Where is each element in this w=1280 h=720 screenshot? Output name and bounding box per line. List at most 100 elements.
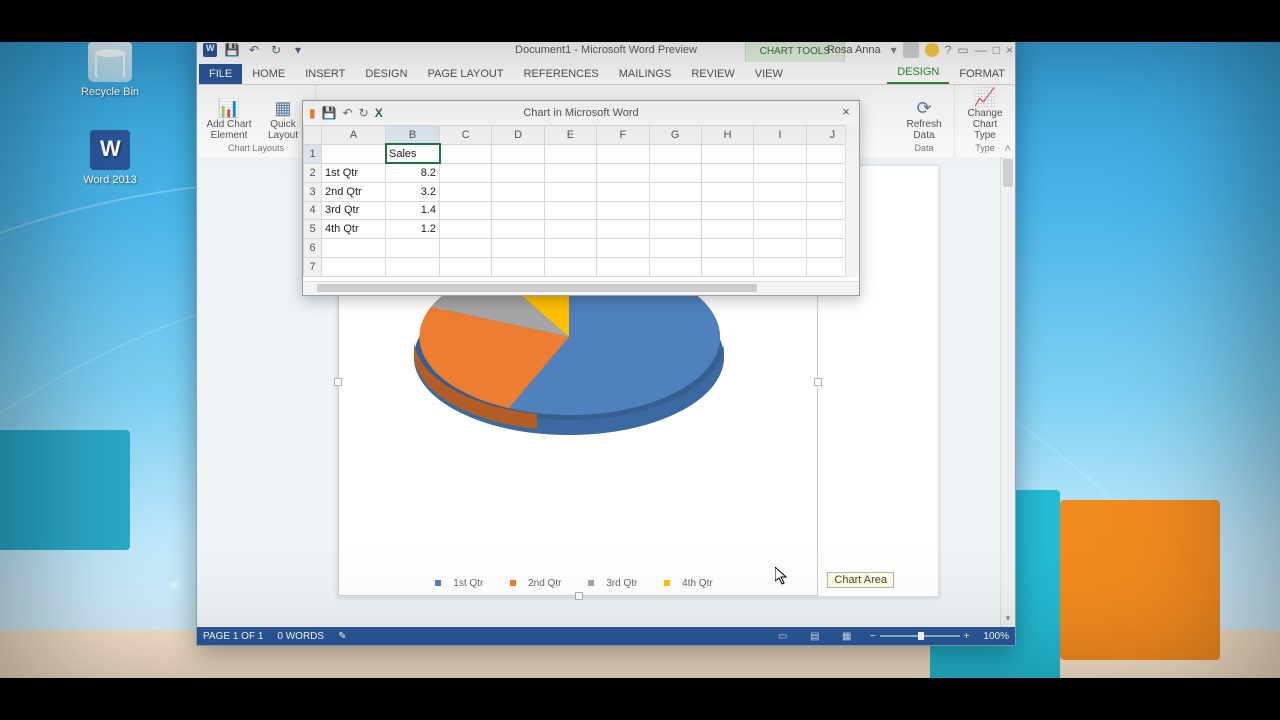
scroll-down-icon[interactable]: ▾ xyxy=(1001,613,1015,627)
word-shortcut-icon[interactable]: Word 2013 xyxy=(70,130,150,186)
col-header-i[interactable]: I xyxy=(754,126,806,145)
zoom-out-icon[interactable]: − xyxy=(870,631,876,642)
ribbon-display-options-icon[interactable]: ▭ xyxy=(957,43,968,57)
legend-item-4: 4th Qtr xyxy=(682,578,713,589)
tab-chart-design[interactable]: DESIGN xyxy=(887,62,949,84)
redo-icon[interactable]: ↻ xyxy=(269,43,283,57)
row-header-7[interactable]: 7 xyxy=(304,258,322,277)
open-in-excel-icon[interactable]: X xyxy=(375,106,383,120)
vertical-scrollbar[interactable]: ▾ xyxy=(1000,157,1015,627)
zoom-slider[interactable]: − + xyxy=(870,631,970,642)
change-chart-type-button[interactable]: 📈 Change Chart Type xyxy=(963,87,1007,141)
chart-data-window[interactable]: ▮ 💾 ↶ ↻ X Chart in Microsoft Word × A B … xyxy=(302,100,860,296)
excel-redo-icon[interactable]: ↻ xyxy=(359,106,369,120)
col-header-h[interactable]: H xyxy=(701,126,753,145)
tab-mailings[interactable]: MAILINGS xyxy=(609,64,682,84)
recycle-bin-icon[interactable]: Recycle Bin xyxy=(70,42,150,98)
select-all-cell[interactable] xyxy=(304,126,322,145)
zoom-level[interactable]: 100% xyxy=(983,631,1009,642)
col-header-b[interactable]: B xyxy=(386,126,440,145)
user-avatar[interactable] xyxy=(903,42,919,58)
refresh-data-button[interactable]: ⟳ Refresh Data xyxy=(902,98,946,141)
qat-more-icon[interactable]: ▾ xyxy=(291,43,305,57)
chart-legend[interactable]: 1st Qtr 2nd Qtr 3rd Qtr 4th Qtr xyxy=(339,578,817,589)
excel-vertical-scrollbar[interactable] xyxy=(845,125,859,277)
help-icon[interactable]: ? xyxy=(945,43,952,57)
chart-data-close-button[interactable]: × xyxy=(837,103,855,121)
cell-b4[interactable]: 1.4 xyxy=(386,201,440,220)
status-words[interactable]: 0 WORDS xyxy=(277,631,324,642)
row-header-5[interactable]: 5 xyxy=(304,220,322,239)
tab-references[interactable]: REFERENCES xyxy=(514,64,609,84)
legend-item-1: 1st Qtr xyxy=(453,578,483,589)
row-header-3[interactable]: 3 xyxy=(304,182,322,201)
cell-a4[interactable]: 3rd Qtr xyxy=(322,201,386,220)
excel-undo-icon[interactable]: ↶ xyxy=(343,106,353,120)
excel-save-icon[interactable]: 💾 xyxy=(322,106,337,120)
tab-chart-format[interactable]: FORMAT xyxy=(949,64,1015,84)
cell-a2[interactable]: 1st Qtr xyxy=(322,163,386,182)
cell-b2[interactable]: 8.2 xyxy=(386,163,440,182)
tab-review[interactable]: REVIEW xyxy=(681,64,744,84)
row-header-6[interactable]: 6 xyxy=(304,239,322,258)
cell-b3[interactable]: 3.2 xyxy=(386,182,440,201)
tab-page-layout[interactable]: PAGE LAYOUT xyxy=(418,64,514,84)
add-chart-element-label: Add Chart Element xyxy=(206,119,251,141)
quick-layout-button[interactable]: ▦ Quick Layout xyxy=(259,98,307,141)
col-header-c[interactable]: C xyxy=(440,126,492,145)
read-mode-icon[interactable]: ▭ xyxy=(774,631,792,642)
col-header-e[interactable]: E xyxy=(544,126,596,145)
refresh-icon: ⟳ xyxy=(916,98,931,119)
feedback-smile-icon[interactable] xyxy=(925,43,939,57)
tab-file[interactable]: FILE xyxy=(199,64,242,84)
col-header-g[interactable]: G xyxy=(649,126,701,145)
tab-insert[interactable]: INSERT xyxy=(295,64,355,84)
col-header-f[interactable]: F xyxy=(597,126,649,145)
quick-layout-icon: ▦ xyxy=(274,98,291,119)
bg-block-orange xyxy=(1060,500,1220,660)
status-page[interactable]: PAGE 1 OF 1 xyxy=(203,631,263,642)
title-bar[interactable]: 💾 ↶ ↻ ▾ Document1 - Microsoft Word Previ… xyxy=(197,39,1015,61)
tab-home[interactable]: HOME xyxy=(242,64,295,84)
zoom-in-icon[interactable]: + xyxy=(964,631,970,642)
scrollbar-thumb[interactable] xyxy=(1003,159,1013,187)
type-caption: Type xyxy=(975,143,995,153)
excel-horizontal-scrollbar[interactable] xyxy=(303,281,859,295)
spreadsheet-grid[interactable]: A B C D E F G H I J 1 Sales 2 1st Qtr 8.… xyxy=(303,125,859,277)
legend-item-3: 3rd Qtr xyxy=(606,578,637,589)
add-chart-element-button[interactable]: 📊 Add Chart Element xyxy=(205,98,253,141)
tab-design[interactable]: DESIGN xyxy=(355,64,417,84)
col-header-d[interactable]: D xyxy=(492,126,544,145)
group-chart-layouts: 📊 Add Chart Element ▦ Quick Layout Chart… xyxy=(197,85,316,157)
word-shortcut-label: Word 2013 xyxy=(83,174,137,186)
signed-in-user[interactable]: Rosa Anna xyxy=(827,44,881,56)
cell-a1[interactable] xyxy=(322,144,386,163)
word-logo-icon[interactable] xyxy=(203,43,217,57)
tab-view[interactable]: VIEW xyxy=(745,64,793,84)
row-header-4[interactable]: 4 xyxy=(304,201,322,220)
maximize-button[interactable]: □ xyxy=(993,43,1000,57)
group-data: ⟳ Refresh Data Data xyxy=(894,85,955,157)
proofing-icon[interactable]: ✎ xyxy=(338,631,346,642)
row-header-2[interactable]: 2 xyxy=(304,163,322,182)
row-header-1[interactable]: 1 xyxy=(304,144,322,163)
cell-b5[interactable]: 1.2 xyxy=(386,220,440,239)
print-layout-icon[interactable]: ▤ xyxy=(806,631,824,642)
recycle-bin-label: Recycle Bin xyxy=(81,86,139,98)
web-layout-icon[interactable]: ▦ xyxy=(838,631,856,642)
col-header-a[interactable]: A xyxy=(322,126,386,145)
chart-layouts-caption: Chart Layouts xyxy=(228,143,284,153)
save-icon[interactable]: 💾 xyxy=(225,43,239,57)
chart-mini-icon: ▮ xyxy=(309,106,316,120)
user-menu-chevron-icon[interactable]: ▾ xyxy=(891,43,897,57)
undo-icon[interactable]: ↶ xyxy=(247,43,261,57)
change-chart-type-label: Change Chart Type xyxy=(963,108,1007,141)
data-caption: Data xyxy=(914,143,933,153)
minimize-button[interactable]: — xyxy=(975,43,987,57)
close-button[interactable]: × xyxy=(1006,43,1013,57)
cell-a3[interactable]: 2nd Qtr xyxy=(322,182,386,201)
cell-b1[interactable]: Sales xyxy=(386,144,440,163)
ribbon-tabs: FILE HOME INSERT DESIGN PAGE LAYOUT REFE… xyxy=(197,61,1015,85)
cell-a5[interactable]: 4th Qtr xyxy=(322,220,386,239)
collapse-ribbon-icon[interactable]: ˄ xyxy=(1005,143,1011,155)
